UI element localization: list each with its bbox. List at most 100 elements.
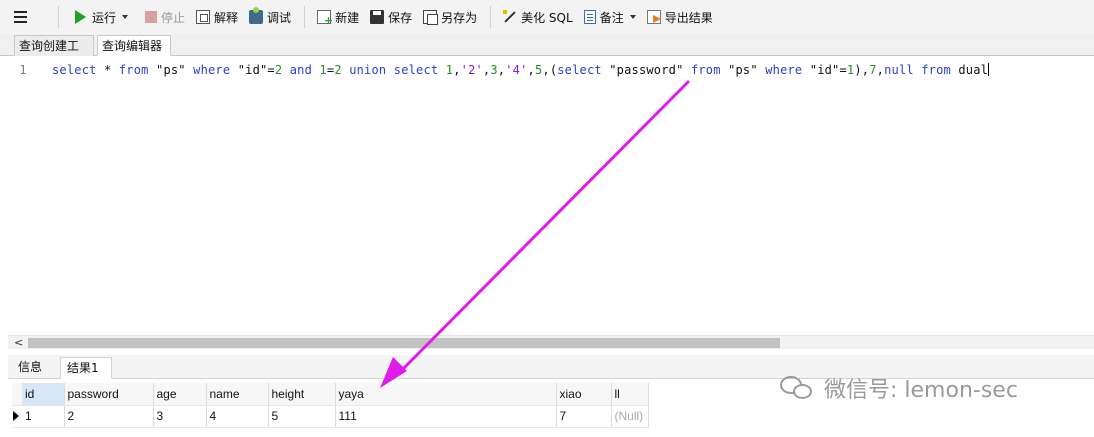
column-header[interactable]: name — [206, 383, 269, 406]
sql-number: 1 — [319, 63, 327, 77]
table-cell[interactable]: 2 — [64, 405, 154, 428]
sql-keyword: and — [289, 63, 313, 77]
toolbar-divider — [58, 6, 59, 28]
toolbar-divider — [304, 6, 306, 28]
sql-keyword: union — [349, 63, 387, 77]
sql-number: 2 — [334, 63, 342, 77]
run-button[interactable]: 运行 — [69, 6, 132, 28]
grid-header-row: id password age name height yaya xiao ll — [12, 383, 649, 406]
run-dropdown-icon[interactable] — [122, 15, 129, 19]
result-grid: id password age name height yaya xiao ll… — [12, 383, 649, 428]
sql-token: = — [839, 63, 847, 77]
debug-button[interactable]: 调试 — [245, 6, 295, 28]
table-cell[interactable]: 1 — [22, 405, 65, 428]
beautify-icon — [503, 10, 517, 24]
toolbar-divider — [490, 6, 492, 28]
sql-token: , — [527, 63, 535, 77]
table-cell[interactable]: 5 — [268, 405, 336, 428]
sql-keyword: from — [690, 63, 721, 77]
column-header[interactable]: height — [268, 383, 336, 406]
column-header[interactable]: yaya — [335, 383, 557, 406]
sql-identifier: dual — [958, 63, 989, 77]
sql-token: ,( — [542, 63, 558, 77]
save-as-button[interactable]: 另存为 — [419, 6, 481, 28]
new-button[interactable]: 新建 — [313, 6, 363, 28]
table-row[interactable]: 1 2 3 4 5 111 7 (Null) — [12, 405, 649, 428]
column-header[interactable]: password — [64, 383, 154, 406]
column-header[interactable]: xiao — [556, 383, 612, 406]
scrollbar-thumb[interactable] — [28, 338, 780, 348]
sql-keyword: select — [52, 63, 97, 77]
tab-query-editor[interactable]: 查询编辑器 — [97, 35, 171, 56]
sql-keyword: from — [921, 63, 951, 77]
menu-icon[interactable] — [14, 6, 44, 28]
explain-button[interactable]: 解释 — [192, 6, 242, 28]
toolbar: 运行 停止 解释 调试 新建 保存 另存为 美化 SQL 备注 导出结果 — [0, 0, 1094, 34]
save-icon — [370, 10, 385, 24]
column-header[interactable]: id — [22, 383, 65, 406]
sql-editor[interactable]: 1 select * from "ps" where "id"=2 and 1=… — [8, 57, 1094, 335]
sql-token: , — [876, 63, 885, 77]
tab-result-1[interactable]: 结果1 — [60, 357, 112, 379]
sql-keyword: select — [393, 63, 439, 77]
sql-identifier: "id" — [809, 63, 840, 77]
watermark-text: 微信号: lemon-sec — [824, 378, 1018, 403]
notes-icon — [583, 10, 596, 24]
scroll-left-icon[interactable]: < — [14, 336, 23, 349]
row-marker-header — [12, 383, 22, 406]
sql-identifier: "password" — [609, 63, 684, 77]
wechat-icon — [780, 374, 814, 402]
column-header[interactable]: age — [153, 383, 207, 406]
sql-keyword: select — [557, 63, 602, 77]
sql-token: , — [453, 63, 461, 77]
save-button[interactable]: 保存 — [366, 6, 416, 28]
sql-identifier: "ps" — [156, 63, 186, 77]
sql-token: ), — [854, 63, 870, 77]
sql-number: 7 — [869, 63, 877, 77]
sql-identifier: "ps" — [728, 63, 758, 77]
table-cell[interactable]: 3 — [153, 405, 207, 428]
sql-code-line[interactable]: select * from "ps" where "id"=2 and 1=2 … — [52, 63, 990, 77]
sql-text: select * from "ps" where "id"=2 and 1=2 … — [52, 63, 988, 77]
sql-number: 3 — [490, 63, 498, 77]
notes-button[interactable]: 备注 — [580, 6, 640, 28]
current-row-icon — [12, 405, 22, 428]
table-cell[interactable]: 7 — [556, 405, 612, 428]
export-icon — [646, 10, 661, 24]
sql-identifier: "id" — [237, 63, 268, 77]
beautify-sql-button[interactable]: 美化 SQL — [499, 6, 577, 28]
debug-icon — [249, 7, 264, 24]
stop-icon — [145, 11, 158, 23]
stop-button[interactable]: 停止 — [141, 6, 189, 28]
sql-string-literal: '2' — [460, 63, 483, 77]
table-cell-null[interactable]: (Null) — [611, 405, 649, 428]
tab-query-builder[interactable]: 查询创建工具 — [14, 35, 94, 73]
text-caret — [988, 63, 990, 76]
editor-tabs: 查询创建工具 查询编辑器 — [0, 34, 1094, 73]
column-header[interactable]: ll — [611, 383, 649, 406]
explain-icon — [196, 10, 211, 24]
run-icon — [75, 10, 86, 24]
save-as-icon — [423, 10, 439, 25]
sql-string-literal: '4' — [505, 63, 528, 77]
line-number: 1 — [19, 63, 27, 77]
tab-info[interactable]: 信息 — [12, 357, 48, 379]
sql-keyword: where — [765, 63, 803, 77]
sql-keyword: from — [118, 63, 149, 77]
table-cell[interactable]: 111 — [335, 405, 557, 428]
table-cell[interactable]: 4 — [206, 405, 269, 428]
editor-horizontal-scrollbar[interactable]: < — [8, 335, 1094, 349]
new-icon — [317, 10, 333, 27]
export-results-button[interactable]: 导出结果 — [643, 6, 717, 28]
notes-dropdown-icon[interactable] — [629, 15, 636, 19]
